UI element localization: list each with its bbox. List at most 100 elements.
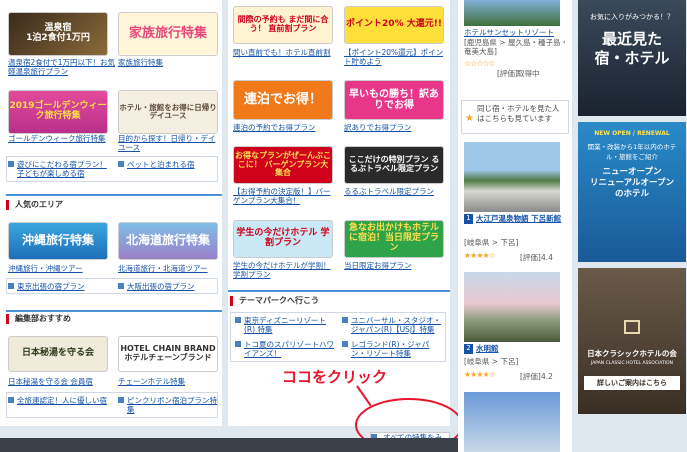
classic-hotel-ad-link[interactable]: 詳しいご案内はこちら [584,376,680,390]
chokuzen-banner-caption[interactable]: 間い直前でも！ホテル直前割プラン [233,48,337,58]
gakuwari-banner[interactable]: 学生の今だけホテル 学割プラン [233,220,333,258]
onsen-banner-caption[interactable]: 温泉宿2食付で1万円以下！お気軽温泉旅行プラン [8,58,116,78]
hitou-banner-title: 日本秘湯を守る会 [21,348,94,359]
hotel-1-stars: ★★★★☆ [464,251,496,260]
area-divider [6,194,222,196]
okinawa-banner-caption[interactable]: 沖縄旅行・沖縄ツアー [8,264,108,274]
point-banner[interactable]: ポイント20% 大還元!! [344,6,444,44]
new-open-ad-sub: 開業・改装から1年以内のホテル・旅館をご紹介 [587,143,677,161]
family-banner-title: 家族旅行特集 [128,25,207,41]
hotel-1-num: 1 [464,214,473,224]
top-hotel-area: [鹿児島県 > 屋久島・種子島・奄美大島] [464,38,568,56]
wakeari-banner-title: 早いもの勝ち！訳ありでお得 [349,89,439,111]
chokuzen-banner-title: 間際の予約も まだ間に合う！ 直前割プラン [237,15,329,33]
kids-hotel-link[interactable]: 遊びにこだわる宿プラン！子どもが楽しめる宿 [8,160,108,180]
building-icon [624,320,640,334]
hotel-1-area: [岐阜県 > 下呂] [464,238,519,247]
theme-divider [228,290,450,292]
classic-hotel-ad[interactable]: 日本クラシックホテルの会 JAPAN CLASSIC HOTEL ASSOCIA… [578,268,686,414]
renpaku-banner-title: 連泊でお得！ [243,91,322,107]
family-banner[interactable]: 家族旅行特集 [118,12,218,56]
hotel-2-area: [岐阜県 > 下呂] [464,357,519,366]
pinkribbon-link[interactable]: ピンクリボン宿泊プラン特集 [118,396,218,416]
recommend-star-icon: ★ [465,113,474,124]
hitou-banner[interactable]: 日本秘湯を守る会 [8,336,108,372]
gakuwari-banner-caption[interactable]: 学生の今だけホテルが学割！学割プラン [233,261,337,281]
top-hotel-stars: ☆☆☆☆☆ [464,59,494,68]
usj-link[interactable]: ユニバーサル・スタジオ・ジャパン(R)【USJ】特集 [342,316,444,336]
legoland-link[interactable]: レゴランド(R)・ジャパン・リゾート特集 [342,340,444,360]
onsen-banner[interactable]: 温泉宿 1泊2食付1万円 [8,12,108,56]
hitou-banner-caption[interactable]: 日本秘湯を守る会 会員宿 [8,377,108,387]
chain-brand-banner-title: HOTEL CHAIN BRAND ホテルチェーンブランド [120,344,216,362]
dayuse-banner[interactable]: ホテル・旅館をお得に日帰りデイユース [118,90,218,134]
top-hotel-rating: 取得中 [517,69,540,78]
onsen-banner-title: 温泉宿 1泊2食付1万円 [26,23,90,43]
recently-viewed-ad[interactable]: お気に入りがみつかる！？ 最近見た 宿・ホテル [578,0,686,116]
gw-banner[interactable]: 2019ゴールデンウィーク旅行特集 [8,90,108,134]
new-open-ad-top: NEW OPEN / RENEWAL [594,130,670,137]
hokkaido-banner[interactable]: 北海道旅行特集 [118,222,218,260]
hotel-1-rating: 4.4 [541,253,553,262]
hotel-2-name[interactable]: 水明館 [476,344,568,354]
rurubu-limited-banner-caption[interactable]: るるぶトラベル限定プラン [344,187,448,197]
classic-hotel-ad-sub: JAPAN CLASSIC HOTEL ASSOCIATION [590,361,674,366]
hotel-2-stars: ★★★★☆ [464,370,496,379]
chain-brand-banner[interactable]: HOTEL CHAIN BRAND ホテルチェーンブランド [118,336,218,372]
tojitsu-banner-caption[interactable]: 当日限定お得プラン [344,261,448,271]
point-banner-title: ポイント20% 大還元!! [346,19,442,30]
gw-banner-caption[interactable]: ゴールデンウィーク旅行特集 2019 [8,134,116,144]
hotel-2-rating: 4.2 [541,372,553,381]
okinawa-banner-title: 沖縄旅行特集 [21,233,94,248]
point-banner-caption[interactable]: 【ポイント20%還元】ポイント貯めよう [344,48,448,68]
zenryoren-link[interactable]: 全旅連認定！人に優しい宿 [8,396,108,406]
star-rating-icon: ★★★★☆ [464,251,496,260]
top-hotel-name[interactable]: ホテルサンセットリゾート [464,28,568,38]
hawaiians-link[interactable]: トコ夏のスパリゾートハワイアンズ！ [235,340,337,360]
recommend-text: 同じ宿・ホテルを見た人はこちらも見ています [477,104,560,123]
bargain-banner-title: お得なプランがぜーんぶここに！ バーゲンプラン大集合 [235,150,331,178]
osaka-business-link[interactable]: 大阪出張の宿プラン [118,282,218,292]
renpaku-banner-caption[interactable]: 連泊の予約でお得プラン [233,123,337,133]
classic-hotel-ad-title: 日本クラシックホテルの会 [587,349,677,358]
rurubu-limited-banner[interactable]: ここだけの特別プラン るるぶトラベル限定プラン [344,146,444,184]
top-hotel-photo[interactable] [464,0,560,26]
new-open-ad[interactable]: NEW OPEN / RENEWAL 開業・改装から1年以内のホテル・旅館をご紹… [578,122,686,262]
chokuzen-banner[interactable]: 間際の予約も まだ間に合う！ 直前割プラン [233,6,333,44]
recently-viewed-ad-title: 最近見た 宿・ホテル [594,30,670,67]
hotel-3-photo[interactable] [464,392,560,452]
editor-heading: 編集部おすすめ [6,314,71,324]
pet-hotel-link[interactable]: ペットと泊まれる宿 [118,160,218,170]
recently-viewed-ad-top: お気に入りがみつかる！？ [590,13,674,21]
hotel-1-name[interactable]: 大江戸温泉物語 下呂新館 [476,214,568,234]
tokyo-business-link[interactable]: 東京出張の宿プラン [8,282,108,292]
wakeari-banner-caption[interactable]: 訳ありでお得プラン [344,123,448,133]
wakeari-banner[interactable]: 早いもの勝ち！訳ありでお得 [344,80,444,120]
bottom-scroll-strip [0,438,458,452]
chain-brand-banner-caption[interactable]: チェーンホテル特集 [118,377,218,387]
renpaku-banner[interactable]: 連泊でお得！ [233,80,333,120]
star-rating-icon: ★★★★☆ [464,370,496,379]
hotel-1-photo[interactable] [464,142,560,212]
dayuse-banner-title: ホテル・旅館をお得に日帰りデイユース [119,102,217,120]
tojitsu-banner-title: 急なお出かけもホテルに宿泊！当日限定プラン [348,223,439,253]
gw-banner-title: 2019ゴールデンウィーク旅行特集 [9,101,107,121]
tojitsu-banner[interactable]: 急なお出かけもホテルに宿泊！当日限定プラン [344,220,444,258]
hokkaido-banner-title: 北海道旅行特集 [125,233,210,248]
editor-divider [6,310,222,312]
bargain-banner[interactable]: お得なプランがぜーんぶここに！ バーゲンプラン大集合 [233,146,333,184]
bargain-banner-caption[interactable]: 【お得予約の決定版！】バーゲンプラン大集合！ [233,187,337,207]
star-icon: ☆☆☆☆☆ [464,59,494,68]
rurubu-limited-banner-title: ここだけの特別プラン るるぶトラベル限定プラン [348,155,440,173]
hokkaido-banner-caption[interactable]: 北海道旅行・北海道ツアー [118,264,218,274]
okinawa-banner[interactable]: 沖縄旅行特集 [8,222,108,260]
hotel-2-photo[interactable] [464,272,560,342]
theme-heading: テーマパークへ行こう [230,296,319,306]
new-open-ad-title: ニューオープン リニューアルオープン のホテル [589,167,675,199]
hotel-2-num: 2 [464,344,473,354]
gakuwari-banner-title: 学生の今だけホテル 学割プラン [236,228,330,248]
area-heading: 人気のエリア [6,200,63,210]
dayuse-banner-caption[interactable]: 目的から探す！日帰り・デイユース [118,134,218,154]
family-banner-caption[interactable]: 家族旅行特集 [118,58,218,68]
disney-link[interactable]: 東京ディズニーリゾート(R) 特集 [235,316,337,336]
